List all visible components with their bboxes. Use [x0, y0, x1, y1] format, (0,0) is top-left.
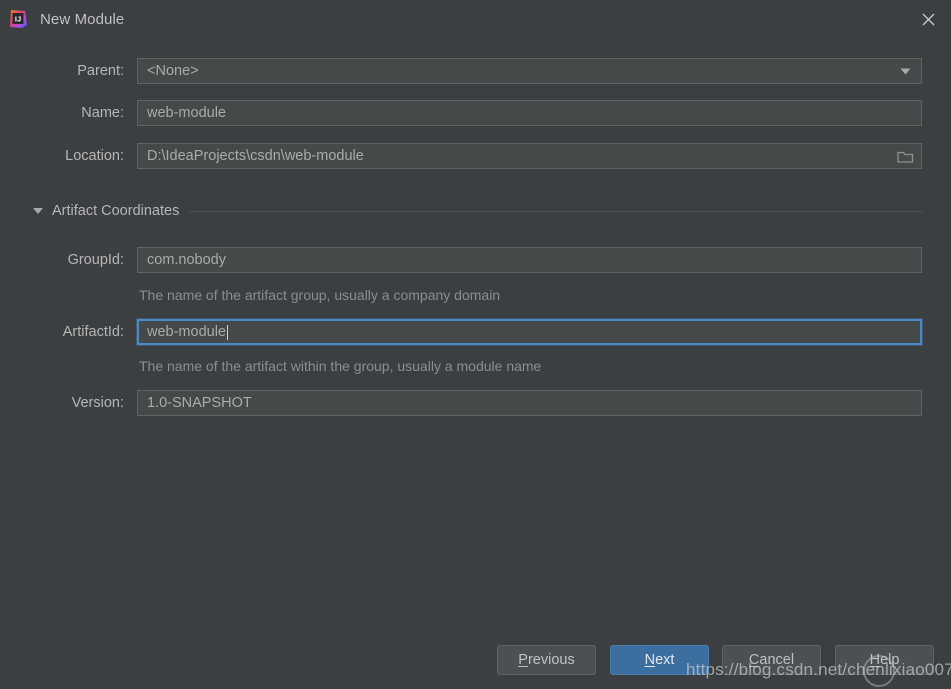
cancel-mnemonic: C: [748, 652, 760, 668]
folder-icon[interactable]: [890, 145, 920, 169]
group-id-label-wrap: GroupId:: [0, 247, 124, 273]
help-mnemonic: H: [869, 652, 881, 668]
location-label: Location:: [65, 148, 124, 164]
location-value: D:\IdeaProjects\csdn\web-module: [147, 148, 364, 164]
artifact-coordinates-section-header[interactable]: Artifact Coordinates: [0, 200, 951, 222]
svg-text:IJ: IJ: [15, 14, 21, 23]
help-rest: elp: [880, 652, 900, 668]
group-id-input[interactable]: com.nobody: [137, 247, 922, 273]
artifact-id-label: ArtifactId:: [62, 324, 124, 340]
artifact-id-label-wrap: ArtifactId:: [0, 319, 124, 345]
text-caret: [227, 324, 228, 340]
triangle-down-icon: [33, 208, 43, 214]
previous-button[interactable]: Previous: [497, 645, 596, 675]
artifact-id-input[interactable]: web-module: [137, 319, 922, 345]
next-rest: ext: [655, 652, 675, 668]
help-button[interactable]: Help: [835, 645, 934, 675]
name-value: web-module: [147, 105, 226, 121]
artifact-id-hint: The name of the artifact within the grou…: [139, 358, 542, 374]
name-label: Name:: [81, 105, 124, 121]
previous-rest: revious: [527, 652, 575, 668]
previous-button-label: Previous: [518, 652, 574, 668]
next-button[interactable]: Next: [610, 645, 709, 675]
dialog-footer: Previous Next Cancel Help: [0, 645, 951, 689]
chevron-down-icon: [900, 63, 911, 79]
name-label-wrap: Name:: [0, 100, 124, 126]
help-button-label: Help: [870, 652, 900, 668]
intellij-idea-logo-icon: IJ: [8, 9, 28, 29]
location-label-wrap: Location:: [0, 143, 124, 169]
group-id-value: com.nobody: [147, 252, 226, 268]
version-value: 1.0-SNAPSHOT: [147, 395, 252, 411]
next-button-label: Next: [645, 652, 675, 668]
artifact-coordinates-label: Artifact Coordinates: [52, 203, 180, 219]
group-id-hint: The name of the artifact group, usually …: [139, 287, 501, 303]
previous-mnemonic: P: [518, 652, 528, 668]
parent-label: Parent:: [77, 63, 124, 79]
cancel-button[interactable]: Cancel: [722, 645, 821, 675]
artifact-id-value: web-module: [147, 324, 226, 340]
version-label-wrap: Version:: [0, 390, 124, 416]
window-title: New Module: [40, 10, 125, 28]
cancel-button-label: Cancel: [749, 652, 794, 668]
name-input[interactable]: web-module: [137, 100, 922, 126]
section-divider: [190, 210, 922, 212]
cancel-rest: ancel: [759, 652, 795, 668]
parent-combobox[interactable]: <None>: [137, 58, 922, 84]
location-input[interactable]: D:\IdeaProjects\csdn\web-module: [137, 143, 922, 169]
version-input[interactable]: 1.0-SNAPSHOT: [137, 390, 922, 416]
next-mnemonic: N: [644, 652, 656, 668]
parent-value: <None>: [147, 63, 199, 79]
close-icon[interactable]: [905, 0, 951, 38]
title-bar: IJ New Module: [0, 0, 951, 38]
group-id-label: GroupId:: [67, 252, 124, 268]
version-label: Version:: [71, 395, 124, 411]
parent-label-wrap: Parent:: [0, 58, 124, 84]
